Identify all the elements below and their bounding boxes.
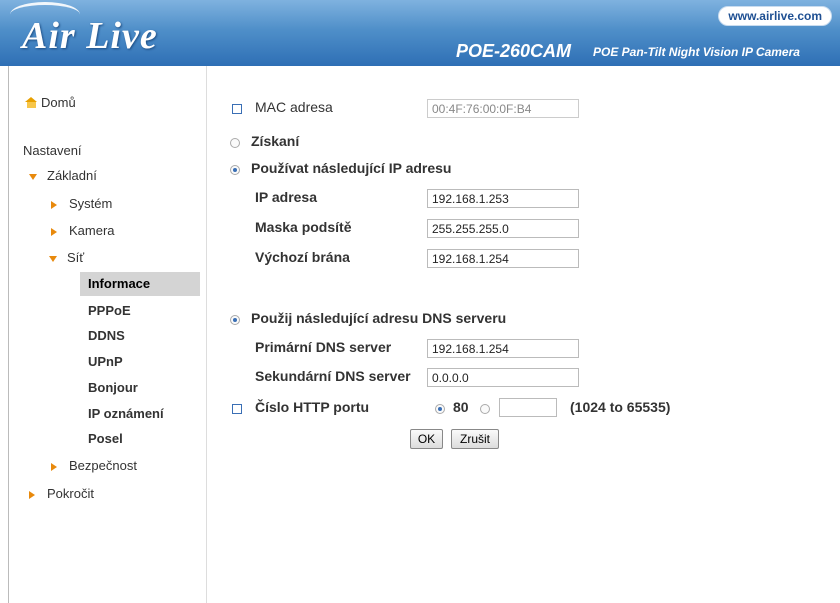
mac-checkbox-icon	[232, 104, 242, 114]
ip-address-label: IP adresa	[255, 189, 318, 205]
static-ip-radio[interactable]	[230, 165, 240, 175]
http-port-default-value: 80	[453, 399, 469, 415]
sidebar: Domů Nastavení Základní Systém Kamera Sí…	[8, 66, 207, 603]
nav-security-label: Bezpečnost	[69, 458, 137, 473]
nav-informace[interactable]: Informace	[80, 272, 200, 296]
collapsed-arrow-icon	[29, 490, 35, 499]
ok-button[interactable]: OK	[410, 429, 443, 449]
nav-basic-label: Základní	[47, 168, 97, 183]
header-banner: Air Live www.airlive.com POE-260CAM POE …	[0, 0, 840, 66]
nav-network-label: Síť	[67, 250, 85, 265]
static-ip-label: Používat následující IP adresu	[251, 160, 452, 176]
product-tagline: POE Pan-Tilt Night Vision IP Camera	[593, 45, 800, 59]
nav-home[interactable]: Domů	[25, 95, 76, 110]
http-port-default-radio[interactable]	[435, 404, 445, 414]
primary-dns-label: Primární DNS server	[255, 339, 392, 355]
nav-system-label: Systém	[69, 196, 113, 211]
nav-security[interactable]: Bezpečnost	[51, 458, 137, 473]
nav-messenger[interactable]: Posel	[88, 431, 123, 446]
nav-camera[interactable]: Kamera	[51, 223, 115, 238]
nav-advanced-label: Pokročit	[47, 486, 94, 501]
collapsed-arrow-icon	[51, 200, 57, 209]
mac-address-field	[427, 99, 579, 118]
expanded-arrow-icon	[49, 255, 57, 262]
mac-label: MAC adresa	[255, 99, 333, 115]
secondary-dns-field[interactable]	[427, 368, 579, 387]
dns-label: Použij následující adresu DNS serveru	[251, 310, 507, 326]
model-name: POE-260CAM	[456, 41, 572, 61]
http-port-label: Číslo HTTP portu	[255, 399, 370, 415]
website-link[interactable]: www.airlive.com	[718, 6, 832, 26]
nav-advanced[interactable]: Pokročit	[29, 486, 94, 501]
airlive-logo: Air Live	[22, 15, 158, 57]
http-port-checkbox-icon	[232, 404, 242, 414]
obtain-ip-label: Získaní	[251, 133, 300, 149]
http-port-custom-field[interactable]	[499, 398, 557, 417]
http-port-custom-radio[interactable]	[480, 404, 490, 414]
nav-ddns[interactable]: DDNS	[88, 328, 125, 343]
nav-basic[interactable]: Základní	[29, 168, 97, 183]
static-dns-radio[interactable]	[230, 315, 240, 325]
nav-camera-label: Kamera	[69, 223, 115, 238]
cancel-button[interactable]: Zrušit	[451, 429, 499, 449]
home-icon	[25, 97, 38, 108]
subnet-mask-field[interactable]	[427, 219, 579, 238]
primary-dns-field[interactable]	[427, 339, 579, 358]
nav-pppoe[interactable]: PPPoE	[88, 303, 131, 318]
expanded-arrow-icon	[29, 173, 37, 180]
gateway-label: Výchozí brána	[255, 249, 350, 265]
nav-settings: Nastavení	[23, 143, 82, 158]
subnet-mask-label: Maska podsítě	[255, 219, 352, 235]
nav-bonjour[interactable]: Bonjour	[88, 380, 138, 395]
collapsed-arrow-icon	[51, 227, 57, 236]
gateway-field[interactable]	[427, 249, 579, 268]
http-port-range: (1024 to 65535)	[570, 399, 671, 415]
nav-ip-notification[interactable]: IP oznámení	[88, 406, 164, 421]
nav-home-label: Domů	[41, 95, 76, 110]
nav-system[interactable]: Systém	[51, 196, 112, 211]
obtain-ip-radio[interactable]	[230, 138, 240, 148]
nav-upnp[interactable]: UPnP	[88, 354, 123, 369]
nav-network[interactable]: Síť	[49, 250, 84, 265]
network-info-form: MAC adresa Získaní Používat následující …	[205, 66, 840, 603]
secondary-dns-label: Sekundární DNS server	[255, 368, 411, 384]
ip-address-field[interactable]	[427, 189, 579, 208]
collapsed-arrow-icon	[51, 462, 57, 471]
